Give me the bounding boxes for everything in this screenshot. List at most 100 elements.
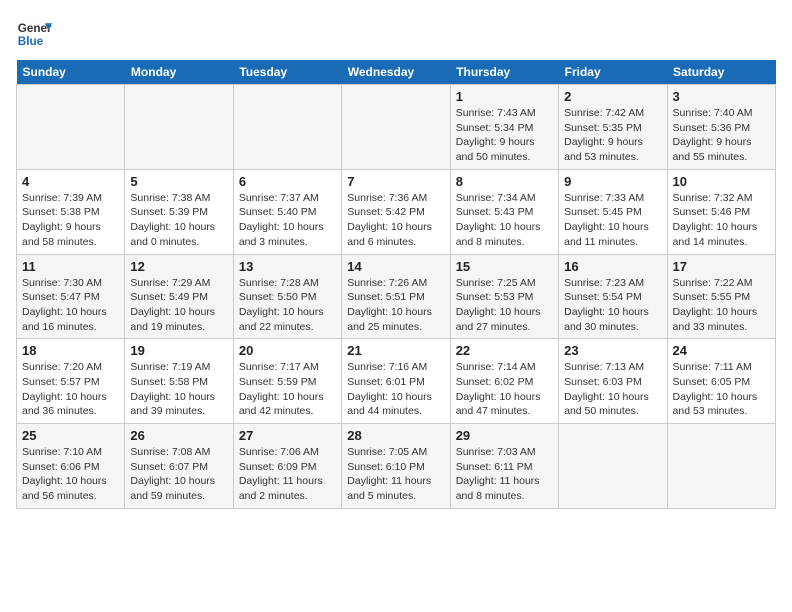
day-number: 26 xyxy=(130,428,227,443)
day-info: Sunrise: 7:43 AM Sunset: 5:34 PM Dayligh… xyxy=(456,106,553,165)
day-info: Sunrise: 7:16 AM Sunset: 6:01 PM Dayligh… xyxy=(347,360,444,419)
calendar-cell: 24 Sunrise: 7:11 AM Sunset: 6:05 PM Dayli… xyxy=(667,339,775,424)
day-number: 15 xyxy=(456,259,553,274)
svg-text:Blue: Blue xyxy=(18,35,44,48)
calendar-cell xyxy=(125,85,233,170)
day-number: 18 xyxy=(22,343,119,358)
day-info: Sunrise: 7:39 AM Sunset: 5:38 PM Dayligh… xyxy=(22,191,119,250)
calendar-cell: 29Sunrise: 7:03 AM Sunset: 6:11 PM Dayli… xyxy=(450,424,558,509)
calendar-cell: 12 Sunrise: 7:29 AM Sunset: 5:49 PM Dayli… xyxy=(125,254,233,339)
day-number: 8 xyxy=(456,174,553,189)
calendar-cell: 11Sunrise: 7:30 AM Sunset: 5:47 PM Dayli… xyxy=(17,254,125,339)
calendar-cell: 1 Sunrise: 7:43 AM Sunset: 5:34 PM Daylig… xyxy=(450,85,558,170)
weekday-header-cell: Tuesday xyxy=(233,60,341,85)
calendar-cell: 2 Sunrise: 7:42 AM Sunset: 5:35 PM Daylig… xyxy=(559,85,667,170)
day-info: Sunrise: 7:25 AM Sunset: 5:53 PM Dayligh… xyxy=(456,276,553,335)
day-number: 27 xyxy=(239,428,336,443)
calendar-body: 1 Sunrise: 7:43 AM Sunset: 5:34 PM Daylig… xyxy=(17,85,776,509)
calendar-cell: 13 Sunrise: 7:28 AM Sunset: 5:50 PM Dayli… xyxy=(233,254,341,339)
calendar-week-row: 18 Sunrise: 7:20 AM Sunset: 5:57 PM Dayli… xyxy=(17,339,776,424)
weekday-header-cell: Sunday xyxy=(17,60,125,85)
day-info: Sunrise: 7:19 AM Sunset: 5:58 PM Dayligh… xyxy=(130,360,227,419)
calendar-cell: 27 Sunrise: 7:06 AM Sunset: 6:09 PM Dayli… xyxy=(233,424,341,509)
calendar-cell: 21 Sunrise: 7:16 AM Sunset: 6:01 PM Dayli… xyxy=(342,339,450,424)
day-info: Sunrise: 7:37 AM Sunset: 5:40 PM Dayligh… xyxy=(239,191,336,250)
day-number: 16 xyxy=(564,259,661,274)
day-info: Sunrise: 7:22 AM Sunset: 5:55 PM Dayligh… xyxy=(673,276,770,335)
calendar-cell: 23 Sunrise: 7:13 AM Sunset: 6:03 PM Dayli… xyxy=(559,339,667,424)
calendar-cell: 19 Sunrise: 7:19 AM Sunset: 5:58 PM Dayli… xyxy=(125,339,233,424)
weekday-header-cell: Wednesday xyxy=(342,60,450,85)
day-info: Sunrise: 7:30 AM Sunset: 5:47 PM Dayligh… xyxy=(22,276,119,335)
day-number: 5 xyxy=(130,174,227,189)
day-info: Sunrise: 7:14 AM Sunset: 6:02 PM Dayligh… xyxy=(456,360,553,419)
day-number: 10 xyxy=(673,174,770,189)
calendar-cell xyxy=(342,85,450,170)
calendar-week-row: 25 Sunrise: 7:10 AM Sunset: 6:06 PM Dayli… xyxy=(17,424,776,509)
calendar-cell: 5 Sunrise: 7:38 AM Sunset: 5:39 PM Daylig… xyxy=(125,169,233,254)
weekday-header-cell: Thursday xyxy=(450,60,558,85)
day-info: Sunrise: 7:11 AM Sunset: 6:05 PM Dayligh… xyxy=(673,360,770,419)
logo-icon: General Blue xyxy=(16,16,52,52)
calendar-cell: 16 Sunrise: 7:23 AM Sunset: 5:54 PM Dayli… xyxy=(559,254,667,339)
weekday-header-row: SundayMondayTuesdayWednesdayThursdayFrid… xyxy=(17,60,776,85)
calendar-cell: 4 Sunrise: 7:39 AM Sunset: 5:38 PM Daylig… xyxy=(17,169,125,254)
day-number: 9 xyxy=(564,174,661,189)
day-number: 17 xyxy=(673,259,770,274)
day-info: Sunrise: 7:20 AM Sunset: 5:57 PM Dayligh… xyxy=(22,360,119,419)
day-number: 14 xyxy=(347,259,444,274)
calendar-cell xyxy=(667,424,775,509)
day-info: Sunrise: 7:10 AM Sunset: 6:06 PM Dayligh… xyxy=(22,445,119,504)
day-info: Sunrise: 7:23 AM Sunset: 5:54 PM Dayligh… xyxy=(564,276,661,335)
calendar-cell: 28Sunrise: 7:05 AM Sunset: 6:10 PM Dayli… xyxy=(342,424,450,509)
calendar-cell: 8 Sunrise: 7:34 AM Sunset: 5:43 PM Daylig… xyxy=(450,169,558,254)
day-number: 25 xyxy=(22,428,119,443)
day-info: Sunrise: 7:13 AM Sunset: 6:03 PM Dayligh… xyxy=(564,360,661,419)
day-info: Sunrise: 7:42 AM Sunset: 5:35 PM Dayligh… xyxy=(564,106,661,165)
calendar-week-row: 11Sunrise: 7:30 AM Sunset: 5:47 PM Dayli… xyxy=(17,254,776,339)
calendar-cell: 6 Sunrise: 7:37 AM Sunset: 5:40 PM Daylig… xyxy=(233,169,341,254)
day-number: 28 xyxy=(347,428,444,443)
day-number: 12 xyxy=(130,259,227,274)
day-info: Sunrise: 7:40 AM Sunset: 5:36 PM Dayligh… xyxy=(673,106,770,165)
day-info: Sunrise: 7:08 AM Sunset: 6:07 PM Dayligh… xyxy=(130,445,227,504)
day-info: Sunrise: 7:28 AM Sunset: 5:50 PM Dayligh… xyxy=(239,276,336,335)
calendar-cell: 20Sunrise: 7:17 AM Sunset: 5:59 PM Dayli… xyxy=(233,339,341,424)
calendar-week-row: 4 Sunrise: 7:39 AM Sunset: 5:38 PM Daylig… xyxy=(17,169,776,254)
day-info: Sunrise: 7:29 AM Sunset: 5:49 PM Dayligh… xyxy=(130,276,227,335)
day-info: Sunrise: 7:06 AM Sunset: 6:09 PM Dayligh… xyxy=(239,445,336,504)
calendar-cell: 15 Sunrise: 7:25 AM Sunset: 5:53 PM Dayli… xyxy=(450,254,558,339)
calendar-cell: 10 Sunrise: 7:32 AM Sunset: 5:46 PM Dayli… xyxy=(667,169,775,254)
calendar-cell xyxy=(233,85,341,170)
calendar-cell: 25 Sunrise: 7:10 AM Sunset: 6:06 PM Dayli… xyxy=(17,424,125,509)
day-number: 4 xyxy=(22,174,119,189)
day-number: 13 xyxy=(239,259,336,274)
calendar-cell: 18 Sunrise: 7:20 AM Sunset: 5:57 PM Dayli… xyxy=(17,339,125,424)
day-info: Sunrise: 7:33 AM Sunset: 5:45 PM Dayligh… xyxy=(564,191,661,250)
calendar-week-row: 1 Sunrise: 7:43 AM Sunset: 5:34 PM Daylig… xyxy=(17,85,776,170)
day-number: 6 xyxy=(239,174,336,189)
calendar-cell: 26 Sunrise: 7:08 AM Sunset: 6:07 PM Dayli… xyxy=(125,424,233,509)
day-info: Sunrise: 7:26 AM Sunset: 5:51 PM Dayligh… xyxy=(347,276,444,335)
day-info: Sunrise: 7:32 AM Sunset: 5:46 PM Dayligh… xyxy=(673,191,770,250)
day-number: 22 xyxy=(456,343,553,358)
day-number: 3 xyxy=(673,89,770,104)
day-info: Sunrise: 7:34 AM Sunset: 5:43 PM Dayligh… xyxy=(456,191,553,250)
weekday-header-cell: Friday xyxy=(559,60,667,85)
day-info: Sunrise: 7:38 AM Sunset: 5:39 PM Dayligh… xyxy=(130,191,227,250)
day-number: 21 xyxy=(347,343,444,358)
calendar-cell: 22 Sunrise: 7:14 AM Sunset: 6:02 PM Dayli… xyxy=(450,339,558,424)
calendar-cell: 7 Sunrise: 7:36 AM Sunset: 5:42 PM Daylig… xyxy=(342,169,450,254)
calendar-cell: 17 Sunrise: 7:22 AM Sunset: 5:55 PM Dayli… xyxy=(667,254,775,339)
weekday-header-cell: Monday xyxy=(125,60,233,85)
day-number: 1 xyxy=(456,89,553,104)
day-number: 2 xyxy=(564,89,661,104)
day-number: 19 xyxy=(130,343,227,358)
day-number: 7 xyxy=(347,174,444,189)
calendar-cell: 9 Sunrise: 7:33 AM Sunset: 5:45 PM Daylig… xyxy=(559,169,667,254)
day-info: Sunrise: 7:36 AM Sunset: 5:42 PM Dayligh… xyxy=(347,191,444,250)
day-number: 23 xyxy=(564,343,661,358)
calendar-table: SundayMondayTuesdayWednesdayThursdayFrid… xyxy=(16,60,776,509)
day-number: 24 xyxy=(673,343,770,358)
weekday-header-cell: Saturday xyxy=(667,60,775,85)
